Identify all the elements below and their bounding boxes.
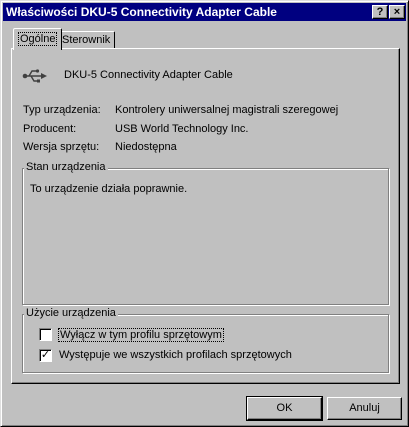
tab-driver-label: Sterownik xyxy=(62,34,111,46)
disable-profile-checkbox[interactable] xyxy=(39,328,52,341)
device-type-label: Typ urządzenia: xyxy=(23,104,101,116)
manufacturer-value: USB World Technology Inc. xyxy=(115,123,249,135)
title-bar[interactable]: Właściwości DKU-5 Connectivity Adapter C… xyxy=(3,3,406,21)
tab-driver[interactable]: Sterownik xyxy=(57,31,116,49)
help-button[interactable]: ? xyxy=(372,5,388,19)
hardware-version-value: Niedostępna xyxy=(115,141,177,153)
close-button[interactable]: × xyxy=(389,5,405,19)
window-title: Właściwości DKU-5 Connectivity Adapter C… xyxy=(6,5,277,19)
all-profiles-checkbox[interactable]: ✓ xyxy=(39,349,52,362)
all-profiles-label[interactable]: Występuje we wszystkich profilach sprzęt… xyxy=(59,349,292,361)
device-status-title: Stan urządzenia xyxy=(24,161,108,173)
disable-profile-label[interactable]: Wyłącz w tym profilu sprzętowym xyxy=(58,328,224,342)
device-usage-group xyxy=(22,314,389,373)
device-usage-title: Użycie urządzenia xyxy=(24,307,118,319)
properties-dialog: Właściwości DKU-5 Connectivity Adapter C… xyxy=(0,0,409,427)
tab-general-label: Ogólne xyxy=(18,32,58,46)
tab-general[interactable]: Ogólne xyxy=(13,28,63,50)
cancel-button[interactable]: Anuluj xyxy=(327,397,402,420)
device-status-text[interactable]: To urządzenie działa poprawnie. xyxy=(30,183,187,195)
manufacturer-label: Producent: xyxy=(23,123,77,135)
device-name: DKU-5 Connectivity Adapter Cable xyxy=(64,69,233,81)
tab-panel-general: DKU-5 Connectivity Adapter Cable Typ urz… xyxy=(11,48,400,384)
usb-icon xyxy=(22,69,47,83)
ok-button[interactable]: OK xyxy=(246,396,323,421)
hardware-version-label: Wersja sprzętu: xyxy=(23,141,100,153)
device-type-value: Kontrolery uniwersalnej magistrali szere… xyxy=(115,104,339,116)
